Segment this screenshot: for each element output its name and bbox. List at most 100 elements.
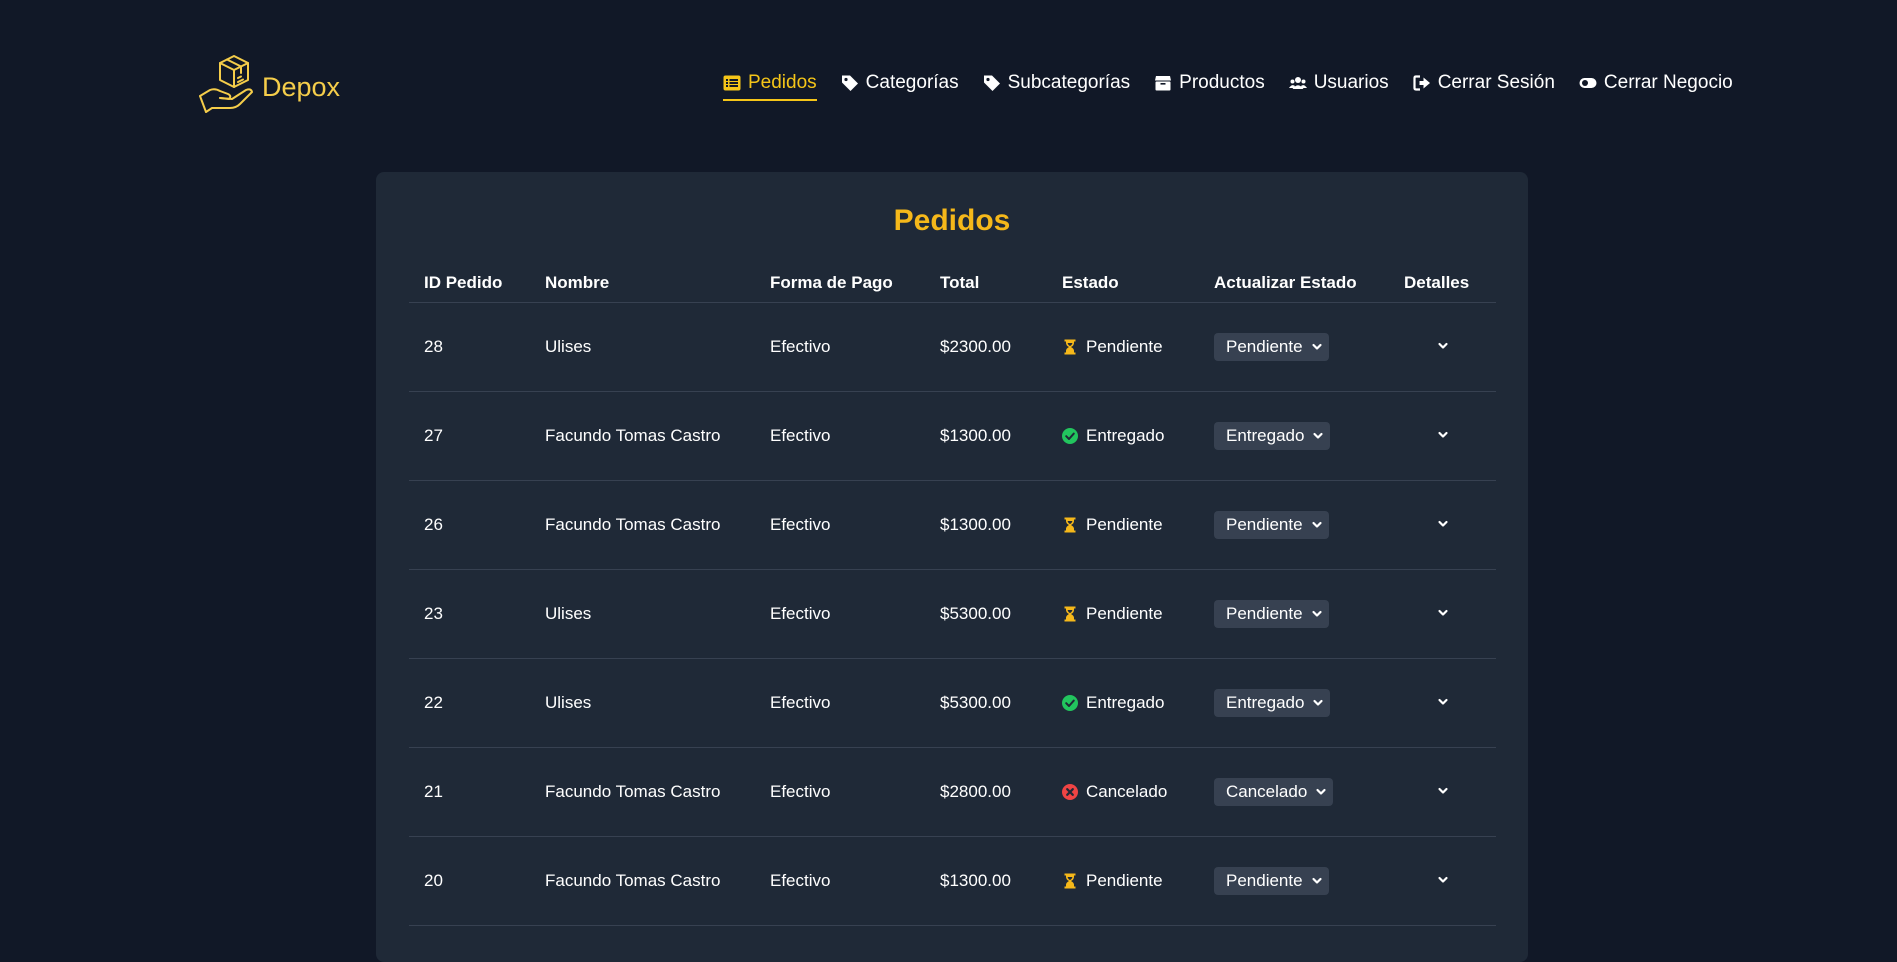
status-badge: Pendiente (1062, 337, 1199, 357)
nav-item-cerrar-sesion[interactable]: Cerrar Sesión (1413, 70, 1555, 96)
cell-name: Facundo Tomas Castro (530, 747, 755, 837)
chevron-down-icon (1437, 698, 1448, 705)
details-toggle-button[interactable] (1431, 779, 1455, 803)
status-select[interactable]: Entregado (1214, 689, 1331, 717)
status-select-value: Entregado (1226, 426, 1305, 445)
cell-total: $1300.00 (925, 391, 1047, 481)
details-toggle-button[interactable] (1431, 690, 1455, 714)
status-select-value: Pendiente (1226, 871, 1303, 890)
status-badge: Pendiente (1062, 604, 1199, 624)
hand-box-logo-icon (199, 55, 253, 113)
chevron-down-icon (1313, 432, 1324, 439)
table-row: 23 Ulises Efectivo $5300.00 Pendiente Pendien… (409, 569, 1496, 659)
page-title: Pedidos (893, 204, 1011, 237)
nav-item-pedidos[interactable]: Pedidos (723, 70, 817, 101)
cell-name: Facundo Tomas Castro (530, 391, 755, 481)
cell-name: Ulises (530, 569, 755, 659)
cell-id: 21 (409, 747, 530, 837)
chevron-down-icon (1316, 788, 1326, 795)
status-select[interactable]: Pendiente (1214, 600, 1329, 628)
cell-update-status: Entregado (1199, 658, 1389, 748)
status-select[interactable]: Pendiente (1214, 511, 1329, 539)
nav-item-productos[interactable]: Productos (1154, 70, 1265, 96)
cell-id: 28 (409, 302, 530, 392)
cell-total: $1300.00 (925, 836, 1047, 926)
header-update-status: Actualizar Estado (1199, 263, 1389, 303)
status-select-value: Pendiente (1226, 604, 1303, 623)
brand[interactable]: Depox (198, 54, 340, 114)
cell-id: 22 (409, 658, 530, 748)
chevron-down-icon (1313, 699, 1324, 706)
status-select[interactable]: Cancelado (1214, 778, 1334, 806)
header-payment: Forma de Pago (755, 263, 925, 303)
cell-name: Ulises (530, 302, 755, 392)
status-label: Pendiente (1086, 604, 1163, 623)
details-toggle-button[interactable] (1431, 423, 1455, 447)
chevron-down-icon (1437, 342, 1448, 349)
cell-update-status: Pendiente (1199, 836, 1389, 926)
cell-details (1389, 480, 1496, 570)
cell-total: $2300.00 (925, 302, 1047, 392)
status-select[interactable]: Pendiente (1214, 333, 1329, 361)
chevron-down-icon (1437, 520, 1448, 527)
details-toggle-button[interactable] (1431, 601, 1455, 625)
nav-item-usuarios[interactable]: Usuarios (1288, 70, 1389, 96)
cell-payment: Efectivo (755, 302, 925, 392)
cell-details (1389, 836, 1496, 926)
chevron-down-icon (1437, 431, 1448, 438)
status-badge: Pendiente (1062, 515, 1199, 535)
details-toggle-button[interactable] (1431, 868, 1455, 892)
nav-item-cerrar-negocio[interactable]: Cerrar Negocio (1579, 70, 1733, 96)
check-circle-icon (1062, 695, 1078, 711)
toggle-icon (1579, 78, 1597, 88)
chevron-down-icon (1311, 521, 1322, 528)
sign-out-icon (1413, 75, 1430, 91)
table-row: 28 Ulises Efectivo $2300.00 Pendiente Pendien… (409, 302, 1496, 392)
cell-total: $5300.00 (925, 569, 1047, 659)
status-select-value: Pendiente (1226, 337, 1303, 356)
cell-status: Pendiente (1047, 302, 1199, 392)
cell-details (1389, 569, 1496, 659)
hourglass-icon (1064, 606, 1076, 622)
status-select-value: Pendiente (1226, 515, 1303, 534)
cell-total: $2800.00 (925, 747, 1047, 837)
orders-table: ID Pedido Nombre Forma de Pago Total Est… (409, 263, 1496, 926)
cell-payment: Efectivo (755, 658, 925, 748)
cell-update-status: Pendiente (1199, 480, 1389, 570)
brand-name: Depox (262, 71, 341, 102)
table-row: 20 Facundo Tomas Castro Efectivo $1300.00 Pe… (409, 836, 1496, 926)
status-badge: Entregado (1062, 426, 1199, 446)
status-badge: Cancelado (1062, 782, 1199, 802)
x-circle-icon (1062, 784, 1078, 800)
header-name: Nombre (530, 263, 755, 303)
nav-item-categorias[interactable]: Categorías (841, 70, 959, 96)
cell-payment: Efectivo (755, 391, 925, 481)
status-select[interactable]: Entregado (1214, 422, 1331, 450)
cell-payment: Efectivo (755, 569, 925, 659)
nav-item-subcategorias[interactable]: Subcategorías (983, 70, 1130, 96)
cell-status: Entregado (1047, 658, 1199, 748)
status-label: Entregado (1086, 426, 1165, 445)
tag-icon (983, 75, 1000, 91)
cell-id: 23 (409, 569, 530, 659)
main-nav: Pedidos Categorías Subcategorías Product… (723, 70, 1733, 101)
cell-update-status: Pendiente (1199, 302, 1389, 392)
details-toggle-button[interactable] (1431, 512, 1455, 536)
status-label: Cancelado (1086, 782, 1168, 801)
cell-payment: Efectivo (755, 480, 925, 570)
cell-id: 27 (409, 391, 530, 481)
cell-update-status: Entregado (1199, 391, 1389, 481)
details-toggle-button[interactable] (1431, 334, 1455, 358)
hourglass-icon (1064, 339, 1076, 355)
cell-details (1389, 391, 1496, 481)
header-status: Estado (1047, 263, 1199, 303)
hourglass-icon (1064, 517, 1076, 533)
header-details: Detalles (1389, 263, 1496, 303)
header-total: Total (925, 263, 1047, 303)
nav-label: Productos (1179, 72, 1265, 93)
hourglass-icon (1064, 873, 1076, 889)
status-label: Pendiente (1086, 515, 1163, 534)
tag-icon (841, 75, 858, 91)
status-select[interactable]: Pendiente (1214, 867, 1329, 895)
cell-update-status: Cancelado (1199, 747, 1389, 837)
